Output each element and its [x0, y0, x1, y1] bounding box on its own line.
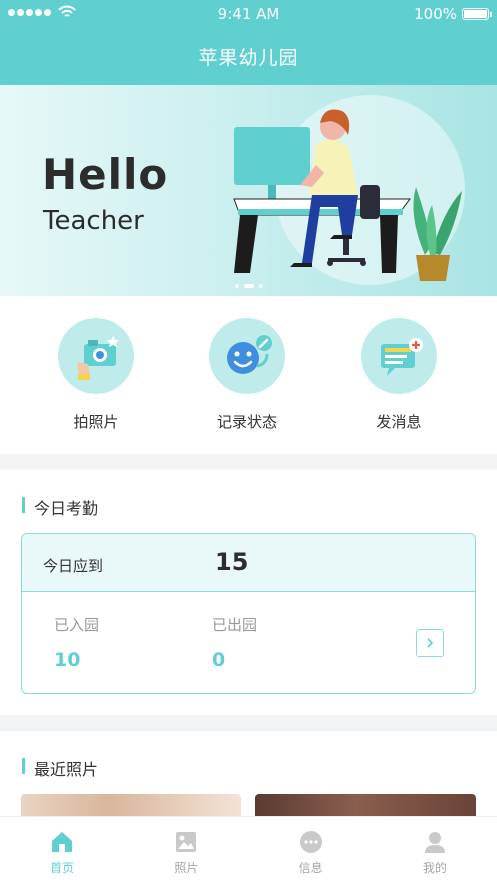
battery-percentage: 100% — [414, 5, 457, 23]
entered-count: 10 — [54, 649, 81, 671]
expected-label: 今日应到 — [43, 557, 104, 575]
expected-row: 今日应到 15 — [22, 534, 475, 592]
home-icon — [49, 829, 75, 855]
battery-icon — [462, 8, 492, 20]
attendance-section: 今日考勤 今日应到 15 已入园 10 已出园 0 — [0, 470, 497, 715]
tab-photos[interactable]: 照片 — [124, 817, 248, 883]
tab-profile-label: 我的 — [422, 861, 447, 875]
chevron-right-icon — [427, 638, 434, 648]
expected-count: 15 — [215, 548, 249, 576]
banner-subtitle: Teacher — [43, 206, 144, 236]
tab-messages[interactable]: 信息 — [249, 817, 373, 883]
carousel-dot[interactable] — [258, 284, 263, 288]
app-header: 9:41 AM 100% 苹果幼儿园 — [0, 0, 497, 85]
page-title: 苹果幼儿园 — [198, 47, 299, 69]
left-stat: 已出园 0 — [212, 614, 257, 671]
attendance-title: 今日考勤 — [22, 495, 98, 519]
profile-icon — [422, 829, 448, 855]
carousel-indicators — [0, 284, 497, 288]
chat-icon — [298, 829, 324, 855]
carousel-dot-active[interactable] — [243, 284, 254, 288]
photo-icon — [173, 829, 199, 855]
smiley-edit-icon — [209, 318, 285, 394]
entered-label: 已入园 — [54, 616, 100, 634]
banner-carousel[interactable]: Hello Teacher — [0, 85, 497, 296]
tab-bar: 首页 照片 信息 我的 — [0, 816, 497, 883]
record-status-button[interactable]: 记录状态 — [187, 318, 307, 432]
teacher-desk-illustration — [233, 95, 465, 285]
left-count: 0 — [212, 649, 226, 671]
status-bar: 9:41 AM 100% — [0, 0, 497, 28]
take-photo-label: 拍照片 — [73, 413, 119, 431]
tab-home[interactable]: 首页 — [0, 817, 124, 883]
entered-stat: 已入园 10 — [54, 614, 99, 671]
send-message-label: 发消息 — [376, 413, 422, 431]
attendance-details-button[interactable] — [416, 629, 444, 657]
left-label: 已出园 — [212, 616, 258, 634]
take-photo-button[interactable]: 拍照片 — [36, 318, 156, 432]
carousel-dot[interactable] — [234, 284, 239, 288]
camera-icon — [58, 318, 134, 394]
recent-photos-title: 最近照片 — [22, 756, 98, 780]
send-message-button[interactable]: 发消息 — [339, 318, 459, 432]
tab-messages-label: 信息 — [298, 861, 323, 875]
quick-actions: 拍照片 记录状态 发消息 — [0, 296, 497, 454]
tab-home-label: 首页 — [50, 861, 75, 875]
tab-profile[interactable]: 我的 — [373, 817, 497, 883]
message-add-icon — [361, 318, 437, 394]
attendance-card: 今日应到 15 已入园 10 已出园 0 — [21, 533, 476, 694]
tab-photos-label: 照片 — [174, 861, 199, 875]
banner-title: Hello — [42, 150, 169, 199]
record-status-label: 记录状态 — [216, 413, 277, 431]
